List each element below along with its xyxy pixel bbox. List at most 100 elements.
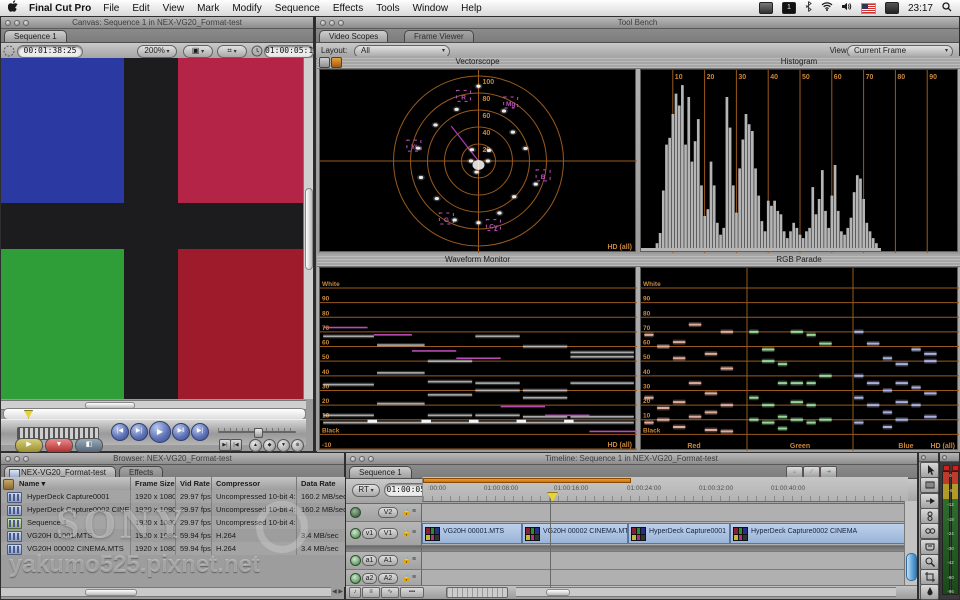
play-in-to-out-button[interactable]: ▶| bbox=[130, 423, 148, 441]
track-v1-height-control[interactable]: ≡ bbox=[412, 529, 416, 536]
display-menu-icon[interactable] bbox=[759, 2, 773, 14]
track-v2-body[interactable] bbox=[422, 504, 907, 522]
menu-sequence[interactable]: Sequence bbox=[275, 3, 320, 14]
jog-wheel-icon[interactable] bbox=[3, 45, 15, 57]
tab-video-scopes[interactable]: Video Scopes bbox=[319, 30, 388, 42]
menu-window[interactable]: Window bbox=[413, 3, 449, 14]
replace-edit-button[interactable]: ◧ bbox=[75, 438, 103, 453]
keyboard-menu-icon[interactable] bbox=[885, 2, 899, 14]
timeline-clip[interactable]: VG20H 00002 CINEMA.MTS bbox=[522, 523, 628, 544]
timeline-clip[interactable]: VG20H 00001.MTS bbox=[422, 523, 522, 544]
window-buttons[interactable] bbox=[5, 20, 29, 26]
play-button[interactable]: ▶ bbox=[149, 421, 171, 443]
menu-modify[interactable]: Modify bbox=[232, 3, 261, 14]
column-header-name[interactable]: Name ▾ bbox=[15, 477, 131, 490]
window-buttons[interactable] bbox=[320, 20, 344, 26]
track-v1-source-button[interactable]: v1 bbox=[362, 528, 377, 539]
insert-edit-button[interactable]: ▶ bbox=[15, 438, 43, 453]
volume-icon[interactable] bbox=[842, 2, 852, 14]
column-header-compressor[interactable]: Compressor bbox=[212, 477, 297, 490]
track-v1-body[interactable]: VG20H 00001.MTSVG20H 00002 CINEMA.MTSHyp… bbox=[422, 522, 907, 546]
browser-scroll-arrows[interactable]: ◀ ▶ bbox=[332, 588, 343, 595]
track-a2-source-button[interactable]: a2 bbox=[362, 573, 377, 584]
track-a1-body[interactable] bbox=[422, 552, 907, 570]
audio-meters-titlebar[interactable] bbox=[940, 453, 959, 462]
window-buttons[interactable] bbox=[350, 456, 374, 462]
zoom-slider[interactable] bbox=[446, 587, 508, 598]
tool-selection[interactable] bbox=[920, 462, 939, 478]
canvas-tab-sequence-1[interactable]: Sequence 1 bbox=[4, 30, 67, 42]
timeline-horizontal-scrollbar[interactable] bbox=[516, 587, 896, 597]
canvas-zoom-popup[interactable]: 200% ▾ bbox=[137, 45, 177, 58]
track-a2-destination-button[interactable]: A2 bbox=[378, 573, 398, 584]
tool-edit-selection[interactable] bbox=[920, 477, 939, 493]
menu-effects[interactable]: Effects bbox=[333, 3, 363, 14]
show-match-frame-button[interactable]: ⊕ bbox=[291, 439, 304, 452]
next-edit-button[interactable]: ▶| bbox=[191, 423, 209, 441]
timeline-ruler[interactable]: :00:0001:00:08:0001:00:16:0001:00:24:000… bbox=[422, 477, 908, 502]
tab-frame-viewer[interactable]: Frame Viewer bbox=[404, 30, 474, 42]
window-buttons[interactable] bbox=[5, 456, 29, 462]
canvas-overlay-popup[interactable]: ⌗ ▾ bbox=[217, 45, 247, 58]
canvas-titlebar[interactable]: Canvas: Sequence 1 in NEX-VG20_Format-te… bbox=[1, 17, 313, 29]
istat-menu-icon[interactable]: 1 bbox=[782, 2, 796, 14]
track-a1-height-control[interactable]: ≡ bbox=[412, 556, 416, 563]
spotlight-icon[interactable] bbox=[942, 2, 952, 15]
track-v2-visibility-toggle[interactable] bbox=[350, 507, 361, 518]
browser-titlebar[interactable]: Browser: NEX-VG20_Format-test bbox=[1, 453, 344, 465]
timeline-tab-sequence-1[interactable]: Sequence 1 bbox=[349, 466, 412, 478]
tool-crop[interactable] bbox=[920, 569, 939, 585]
track-v1-destination-button[interactable]: V1 bbox=[378, 528, 398, 539]
menu-file[interactable]: File bbox=[103, 3, 119, 14]
tool-ripple[interactable] bbox=[920, 508, 939, 524]
timeline-titlebar[interactable]: Timeline: Sequence 1 in NEX-VG20_Format-… bbox=[346, 453, 917, 465]
app-menu-final-cut-pro[interactable]: Final Cut Pro bbox=[29, 3, 91, 14]
timeline-clip[interactable]: HyperDeck Capture0001 bbox=[628, 523, 730, 544]
track-v2-destination-button[interactable]: V2 bbox=[378, 507, 398, 518]
track-a1-lock-toggle[interactable]: 🔒 bbox=[402, 556, 411, 564]
overwrite-edit-button[interactable]: ▼ bbox=[45, 438, 73, 453]
timeline-vertical-scrollbar[interactable] bbox=[904, 501, 917, 588]
canvas-vertical-scrollbar[interactable] bbox=[303, 58, 313, 399]
track-v1-lock-toggle[interactable]: 🔒 bbox=[402, 529, 411, 537]
browser-horizontal-scrollbar[interactable] bbox=[1, 587, 331, 597]
canvas-view-popup[interactable]: ▣ ▾ bbox=[183, 45, 213, 58]
track-a1-destination-button[interactable]: A1 bbox=[378, 555, 398, 566]
column-header-frame-size[interactable]: Frame Size bbox=[131, 477, 176, 490]
track-a2-audible-toggle[interactable] bbox=[350, 573, 361, 584]
scope-zoom-out-button[interactable] bbox=[319, 57, 330, 68]
track-a2-lock-toggle[interactable]: 🔒 bbox=[402, 574, 411, 582]
column-header-data-rate[interactable]: Data Rate bbox=[297, 477, 346, 490]
tool-pen[interactable] bbox=[920, 584, 939, 600]
track-height-control[interactable]: ≡ bbox=[362, 587, 380, 598]
shuttle-control[interactable] bbox=[218, 428, 296, 436]
menu-clock[interactable]: 23:17 bbox=[908, 3, 933, 14]
bluetooth-icon[interactable] bbox=[805, 1, 812, 15]
audio-controls-toggle[interactable]: ♪ bbox=[349, 587, 361, 598]
track-v2-height-control[interactable]: ≡ bbox=[412, 508, 416, 515]
add-marker-button[interactable]: ▼ bbox=[277, 439, 290, 452]
track-layout-menu[interactable]: ▪▪▪ bbox=[400, 587, 424, 598]
tool-bench-titlebar[interactable]: Tool Bench bbox=[316, 17, 959, 29]
tool-razor-blade[interactable] bbox=[920, 539, 939, 555]
track-a2-height-control[interactable]: ≡ bbox=[412, 574, 416, 581]
track-a1-audible-toggle[interactable] bbox=[350, 555, 361, 566]
play-around-button[interactable]: ▶‖ bbox=[172, 423, 190, 441]
canvas-playhead[interactable] bbox=[24, 410, 33, 419]
track-a1-source-button[interactable]: a1 bbox=[362, 555, 377, 566]
timeline-clip[interactable]: HyperDeck Capture0002 CINEMA bbox=[730, 523, 907, 544]
match-frame-right-button[interactable]: |◀ bbox=[230, 439, 242, 451]
track-v2-lock-toggle[interactable]: 🔒 bbox=[402, 508, 411, 516]
add-keyframe-button[interactable]: ◆ bbox=[263, 439, 276, 452]
clip-keyframes-button[interactable]: ∿ bbox=[381, 587, 399, 598]
canvas-duration-timecode[interactable]: 00:01:38:25 bbox=[17, 45, 83, 58]
column-header-vid-rate[interactable]: Vid Rate bbox=[176, 477, 212, 490]
canvas-current-timecode[interactable]: 01:00:05:16 bbox=[264, 45, 314, 58]
mark-clip-button[interactable]: ▲ bbox=[249, 439, 262, 452]
input-language-flag-icon[interactable] bbox=[861, 3, 876, 14]
menu-tools[interactable]: Tools bbox=[376, 3, 399, 14]
tool-select-track-forward[interactable] bbox=[920, 493, 939, 509]
apple-menu-icon[interactable] bbox=[8, 0, 19, 16]
scope-zoom-in-button[interactable] bbox=[331, 57, 342, 68]
menu-view[interactable]: View bbox=[163, 3, 185, 14]
